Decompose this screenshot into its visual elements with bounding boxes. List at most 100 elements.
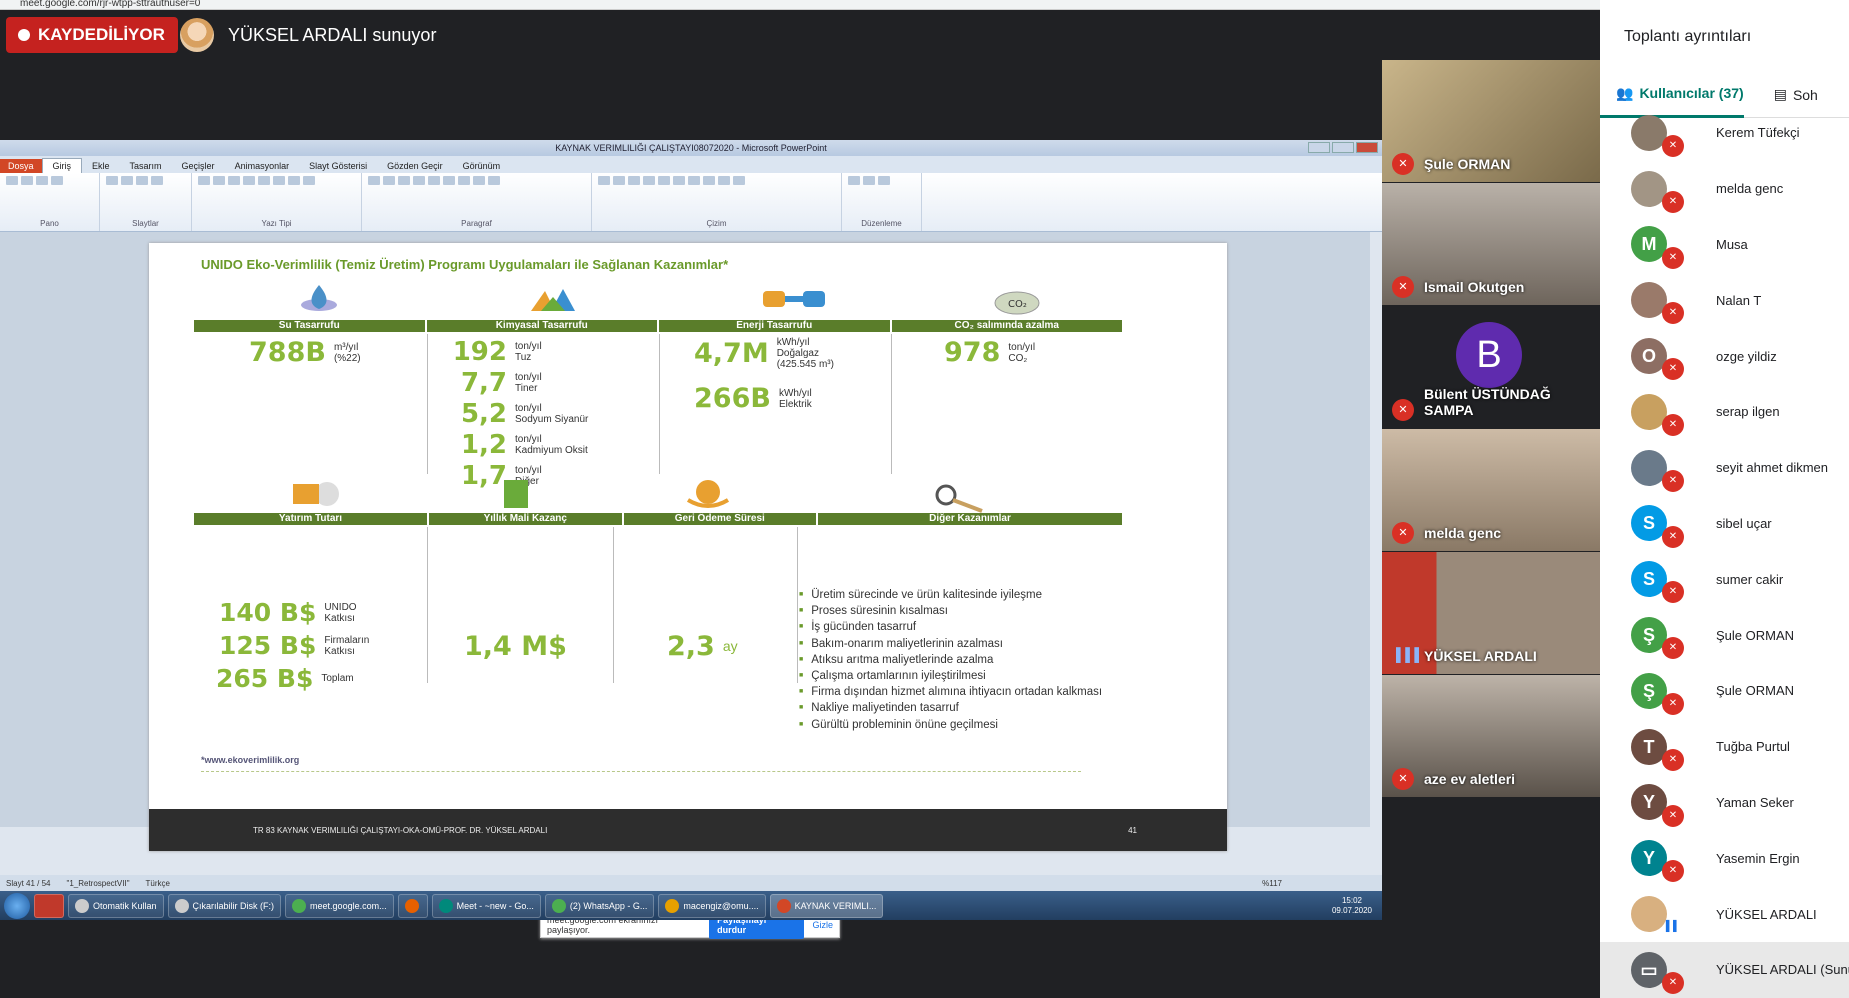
minimize-icon[interactable] <box>1308 142 1330 153</box>
tab-giris[interactable]: Giriş <box>41 158 83 173</box>
taskbar-item[interactable]: (2) WhatsApp - G... <box>544 893 655 918</box>
mic-off-icon: ✕ <box>1662 135 1684 157</box>
mic-off-icon: ✕ <box>1392 276 1414 298</box>
participant-row[interactable]: ✕ Nalan T <box>1600 272 1849 328</box>
ppt-status-bar: Slayt 41 / 54 "1_RetrospectVII" Türkçe %… <box>0 875 1382 891</box>
shared-screen: KAYNAK VERIMLILIĞI ÇALIŞTAYI08072020 - M… <box>0 140 1382 939</box>
mic-off-icon: ✕ <box>1662 469 1684 492</box>
tab-chat[interactable]: ▤ Soh <box>1774 86 1818 103</box>
recording-label: KAYDEDİLİYOR <box>38 25 165 44</box>
zoom-level[interactable]: %117 <box>1262 879 1282 888</box>
mic-off-icon: ✕ <box>1662 748 1684 771</box>
slide-footer: TR 83 KAYNAK VERIMLILIĞI ÇALIŞTAYI-OKA-O… <box>149 809 1227 851</box>
mic-off-icon: ✕ <box>1662 692 1684 715</box>
header-investment: Yatırım Tutarı <box>194 513 430 525</box>
participant-row[interactable]: M ✕ Musa <box>1600 217 1849 273</box>
participant-tile[interactable]: ▌▌▌ YÜKSEL ARDALI <box>1382 552 1600 674</box>
participant-row[interactable]: ✕ melda genc <box>1600 161 1849 217</box>
investment-icon <box>293 482 339 506</box>
maximize-icon[interactable] <box>1332 142 1354 153</box>
divider <box>427 334 428 474</box>
participant-tile[interactable]: ✕ aze ev aletleri <box>1382 675 1600 797</box>
mic-off-icon: ✕ <box>1392 522 1414 544</box>
start-button[interactable] <box>4 892 30 919</box>
participant-row[interactable]: ✕ seyit ahmet dikmen <box>1600 440 1849 496</box>
participant-tile[interactable]: ✕ Şule ORMAN <box>1382 60 1600 182</box>
close-icon[interactable] <box>1356 142 1378 153</box>
mic-off-icon: ✕ <box>1662 190 1684 213</box>
participant-avatar: B <box>1456 322 1522 388</box>
annual-gain-icon <box>504 480 528 508</box>
taskbar-item[interactable]: KAYNAK VERIMLI... <box>769 893 884 918</box>
taskbar-item[interactable]: meet.google.com... <box>285 893 394 918</box>
benefit-item: Gürültü probleminin önüne geçilmesi <box>799 717 1119 733</box>
participant-tile[interactable]: B ✕ Bülent ÜSTÜNDAĞ SAMPA <box>1382 306 1600 428</box>
top-header-bar: Su Tasarrufu Kimyasal Tasarrufu Enerji T… <box>194 320 1122 332</box>
benefit-item: Bakım-onarım maliyetlerinin azalması <box>799 636 1119 652</box>
mic-off-icon: ✕ <box>1392 153 1414 175</box>
participant-row[interactable]: T ✕ Tuğba Purtul <box>1600 719 1849 775</box>
magnifier-icon <box>935 484 983 513</box>
benefit-item: Çalışma ortamlarının iyileştirilmesi <box>799 668 1119 684</box>
participant-tile[interactable]: ✕ Ismail Okutgen <box>1382 183 1600 305</box>
dashed-divider <box>201 771 1081 772</box>
tab-gozden-gecir[interactable]: Gözden Geçir <box>377 159 453 173</box>
header-payback: Geri Ödeme Süresi <box>624 513 819 525</box>
slide-title: UNIDO Eko-Verimlilik (Temiz Üretim) Prog… <box>201 257 729 272</box>
participant-row[interactable]: ▌▌ YÜKSEL ARDALI <box>1600 886 1849 942</box>
presenter-avatar <box>180 18 214 52</box>
payback-icon <box>686 480 730 508</box>
mic-off-icon: ✕ <box>1392 768 1414 790</box>
mic-off-icon: ✕ <box>1662 246 1684 269</box>
taskbar-item[interactable]: macengiz@omu.... <box>658 893 766 918</box>
benefit-item: İş gücünden tasarruf <box>799 619 1119 635</box>
benefit-item: Nakliye maliyetinden tasarruf <box>799 700 1119 716</box>
browser-url-bar[interactable]: meet.google.com/rjr-wtpp-sttrauthuser=0 <box>0 0 1849 10</box>
benefits-list: Üretim sürecinde ve ürün kalitesinde iyi… <box>799 587 1119 733</box>
participant-row[interactable]: Y ✕ Yaman Seker <box>1600 775 1849 831</box>
water-stat: 788B m³/yıl (%22) <box>249 337 361 368</box>
participant-row[interactable]: Ş ✕ Şule ORMAN <box>1600 663 1849 719</box>
group-slaytlar: Slaytlar <box>100 173 192 231</box>
participant-row[interactable]: ✕ Kerem Tüfekçi <box>1600 105 1849 161</box>
participant-row[interactable]: Ş ✕ Şule ORMAN <box>1600 607 1849 663</box>
mic-off-icon: ✕ <box>1662 525 1684 548</box>
participant-tiles: ✕ Şule ORMAN ✕ Ismail Okutgen B ✕ Bülent ÜST… <box>1382 60 1600 798</box>
tab-ekle[interactable]: Ekle <box>82 159 120 173</box>
divider <box>659 334 660 474</box>
participant-row[interactable]: S ✕ sumer cakir <box>1600 551 1849 607</box>
tab-slayt-gosterisi[interactable]: Slayt Gösterisi <box>299 159 377 173</box>
payback-stat: 2,3 ay <box>667 631 738 662</box>
water-drop-icon <box>301 285 337 311</box>
taskbar-item[interactable]: Otomatik Kullan <box>68 893 164 918</box>
firefox-taskbar-icon[interactable] <box>397 893 428 918</box>
chem-stat: 192 ton/yıl Tuz <box>452 337 542 367</box>
ppt-window-title: KAYNAK VERIMLILIĞI ÇALIŞTAYI08072020 - M… <box>555 143 827 153</box>
mic-off-icon: ✕ <box>1662 860 1684 883</box>
tab-gecisler[interactable]: Geçişler <box>172 159 225 173</box>
energy-stat: 266B kWh/yıl Elektrik <box>694 383 812 414</box>
taskbar-item[interactable]: Çıkarılabilir Disk (F:) <box>167 893 282 918</box>
tab-tasarim[interactable]: Tasarım <box>120 159 172 173</box>
recording-badge: KAYDEDİLİYOR <box>6 17 178 53</box>
participant-row[interactable]: O ✕ ozge yildiz <box>1600 328 1849 384</box>
participant-row[interactable]: ▭ ✕ YÜKSEL ARDALI (Sunu) <box>1600 941 1849 998</box>
chem-stat: 7,7 ton/yıl Tiner <box>460 368 542 398</box>
status-language: Türkçe <box>145 878 170 888</box>
participant-tile[interactable]: ✕ melda genc <box>1382 429 1600 551</box>
pdf-taskbar-icon[interactable] <box>34 893 64 918</box>
slide-editor[interactable]: UNIDO Eko-Verimlilik (Temiz Üretim) Prog… <box>0 232 1370 939</box>
participant-row[interactable]: S ✕ sibel uçar <box>1600 496 1849 552</box>
tab-animasyonlar[interactable]: Animasyonlar <box>225 159 300 173</box>
hide-button[interactable]: Gizle <box>812 920 833 930</box>
mic-off-icon: ✕ <box>1662 971 1684 994</box>
co2-stat: 978 ton/yıl CO₂ <box>944 337 1036 368</box>
participant-row[interactable]: Y ✕ Yasemin Ergin <box>1600 830 1849 886</box>
participant-row[interactable]: ✕ serap ilgen <box>1600 384 1849 440</box>
benefit-item: Atıksu arıtma maliyetlerinde azalma <box>799 652 1119 668</box>
website-footnote: *www.ekoverimlilik.org <box>201 755 300 765</box>
taskbar-item[interactable]: Meet - ~new - Go... <box>431 893 541 918</box>
bottom-header-bar: Yatırım Tutarı Yıllık Mali Kazanç Geri Ö… <box>194 513 1122 525</box>
tab-gorunum[interactable]: Görünüm <box>453 159 511 173</box>
tab-dosya[interactable]: Dosya <box>0 159 42 173</box>
